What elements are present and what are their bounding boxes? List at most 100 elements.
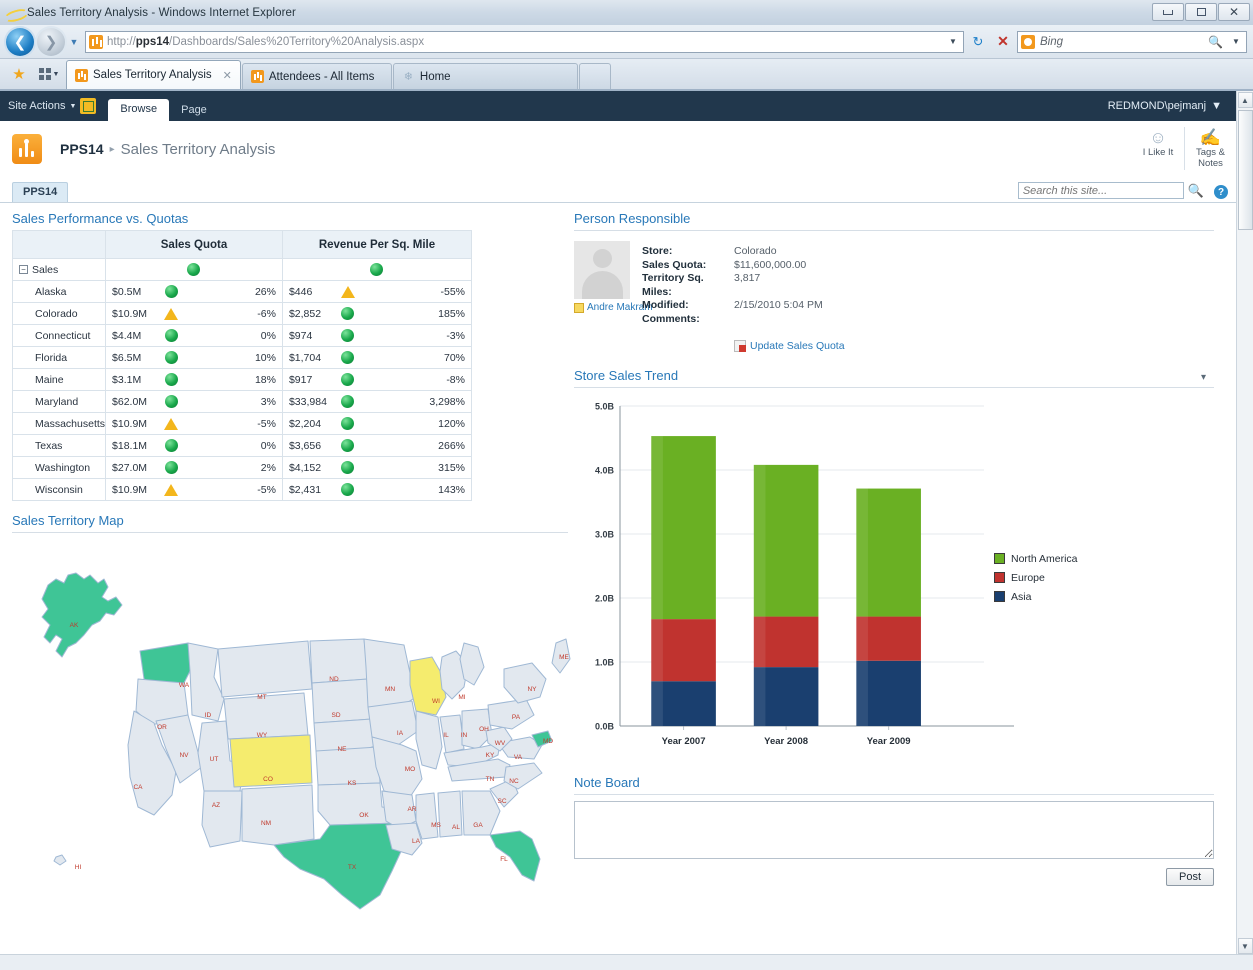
table-row[interactable]: Florida $6.5M 10% $1,704 70%: [11, 346, 473, 369]
map-state-fl[interactable]: [489, 830, 541, 882]
row-label[interactable]: Maryland: [11, 390, 107, 413]
page-scrollbar[interactable]: ▲ ▼: [1236, 91, 1253, 954]
status-warning-icon: [340, 285, 355, 298]
forward-button[interactable]: ❯: [37, 27, 65, 56]
search-icon[interactable]: 🔍: [1208, 35, 1223, 49]
row-label[interactable]: Alaska: [11, 280, 107, 303]
table-row[interactable]: Connecticut $4.4M 0% $974 -3%: [11, 324, 473, 347]
revenue-variance: -55%: [440, 285, 465, 298]
search-icon[interactable]: 🔍: [1188, 183, 1204, 199]
map-state-nd[interactable]: [309, 638, 369, 684]
note-board-textarea[interactable]: [574, 801, 1214, 859]
collapse-icon[interactable]: −: [19, 265, 28, 275]
map-state-mt[interactable]: [217, 640, 313, 698]
scrollbar-thumb[interactable]: [1237, 110, 1253, 230]
tab-home[interactable]: ❄ Home: [392, 63, 578, 89]
tab-sales-territory-analysis[interactable]: Sales Territory Analysis ✕: [66, 60, 241, 89]
status-ok-icon: [370, 263, 384, 276]
map-state-ny[interactable]: [503, 662, 547, 704]
help-icon[interactable]: ?: [1214, 185, 1228, 199]
row-label[interactable]: Wisconsin: [11, 478, 107, 501]
ie-window: Sales Territory Analysis - Windows Inter…: [0, 0, 1253, 970]
table-row[interactable]: Massachusetts $10.9M -5% $2,204 120%: [11, 412, 473, 435]
search-input[interactable]: [1017, 182, 1184, 199]
site-logo-icon[interactable]: [12, 134, 42, 164]
map-state-az[interactable]: [201, 790, 243, 848]
sales-territory-map[interactable]: AK HI WA OR CA NV ID MT WY UT AZ CO NM ND SD NE KS OK TX MN…: [12, 539, 571, 939]
status-ok-icon: [341, 395, 355, 408]
minimize-button[interactable]: [1152, 3, 1184, 21]
table-row[interactable]: Washington $27.0M 2% $4,152 315%: [11, 456, 473, 479]
chart-menu-icon[interactable]: ▾: [1201, 372, 1214, 383]
row-label[interactable]: Colorado: [11, 302, 107, 325]
map-state-nm[interactable]: [241, 784, 315, 846]
map-state-label: NC: [509, 778, 519, 785]
search-provider-dropdown-icon[interactable]: ▼: [1228, 32, 1244, 52]
row-label[interactable]: Maine: [11, 368, 107, 391]
row-label[interactable]: Texas: [11, 434, 107, 457]
ribbon-tab-browse[interactable]: Browse: [108, 99, 170, 121]
back-button[interactable]: ❮: [6, 27, 34, 56]
user-menu[interactable]: REDMOND\pejmanj ▼: [1108, 100, 1236, 112]
nav-tab-pps14[interactable]: PPS14: [12, 182, 69, 202]
row-label[interactable]: − Sales: [11, 258, 107, 281]
row-label[interactable]: Massachusetts: [11, 412, 107, 435]
scroll-down-button[interactable]: ▼: [1237, 938, 1253, 954]
update-sales-quota-link[interactable]: Update Sales Quota: [734, 340, 1214, 352]
quota-value: $10.9M: [112, 307, 148, 320]
edit-page-icon[interactable]: [80, 98, 97, 114]
map-state-ak[interactable]: [41, 572, 123, 658]
table-row[interactable]: Texas $18.1M 0% $3,656 266%: [11, 434, 473, 457]
column-header-blank: [11, 230, 107, 259]
row-label[interactable]: Florida: [11, 346, 107, 369]
tab-close-icon[interactable]: ✕: [217, 69, 232, 82]
row-label[interactable]: Connecticut: [11, 324, 107, 347]
close-button[interactable]: ✕: [1218, 3, 1250, 21]
us-map-svg[interactable]: AK HI WA OR CA NV ID MT WY UT AZ CO NM ND SD NE KS OK TX MN…: [12, 539, 572, 939]
legend-item[interactable]: North America: [994, 549, 1078, 568]
tags-and-notes-button[interactable]: ✍ Tags & Notes: [1184, 127, 1236, 170]
address-dropdown-icon[interactable]: ▼: [945, 32, 961, 52]
row-label[interactable]: Washington: [11, 456, 107, 479]
favorites-star-icon[interactable]: ★: [6, 59, 32, 89]
tab-attendees-all-items[interactable]: Attendees - All Items: [241, 63, 392, 89]
table-row[interactable]: Maine $3.1M 18% $917 -8%: [11, 368, 473, 391]
post-button[interactable]: Post: [1165, 868, 1214, 886]
chevron-down-icon: ▼: [52, 70, 60, 78]
store-sales-trend-chart[interactable]: 0.0B 1.0B 2.0B 3.0B 4.0B 5.0B Year 2007 Year 2…: [574, 394, 1094, 769]
map-state-hi[interactable]: [53, 854, 67, 866]
map-state-label: MI: [458, 694, 465, 701]
stop-button[interactable]: ✕: [992, 31, 1014, 53]
person-name-link[interactable]: Andre Makram: [574, 302, 653, 313]
table-row[interactable]: Colorado $10.9M -6% $2,852 185%: [11, 302, 473, 325]
table-row[interactable]: Wisconsin $10.9M -5% $2,431 143%: [11, 478, 473, 501]
maximize-button[interactable]: [1185, 3, 1217, 21]
recent-pages-dropdown-icon[interactable]: ▼: [68, 32, 80, 52]
table-row-group[interactable]: − Sales: [11, 258, 473, 281]
address-bar[interactable]: http://pps14/Dashboards/Sales%20Territor…: [85, 30, 964, 53]
browser-search-box[interactable]: Bing 🔍 ▼: [1017, 30, 1247, 53]
i-like-it-button[interactable]: ☺ I Like It: [1132, 127, 1184, 159]
user-name: REDMOND\pejmanj: [1107, 100, 1207, 112]
table-row[interactable]: Maryland $62.0M 3% $33,984 3,298%: [11, 390, 473, 413]
quota-value: $62.0M: [112, 395, 148, 408]
map-state-ms[interactable]: [415, 792, 439, 840]
table-row[interactable]: Alaska $0.5M 26% $446 -55%: [11, 280, 473, 303]
legend-item[interactable]: Asia: [994, 587, 1078, 606]
legend-item[interactable]: Europe: [994, 568, 1078, 587]
field-key: Sales Quota:: [642, 258, 707, 271]
ribbon-tab-page[interactable]: Page: [169, 100, 219, 121]
quick-tabs-button[interactable]: ▼: [32, 59, 66, 89]
new-tab-button[interactable]: [578, 63, 611, 89]
refresh-button[interactable]: ↻: [967, 31, 989, 53]
breadcrumb-site[interactable]: PPS14: [60, 141, 104, 157]
map-state-sd[interactable]: [311, 678, 373, 724]
map-state-il[interactable]: [415, 710, 443, 770]
person-field: Sales Quota: $11,600,000.00: [642, 259, 1214, 273]
update-sales-quota-label: Update Sales Quota: [750, 340, 845, 352]
map-state-mn[interactable]: [363, 638, 417, 712]
map-state-mi[interactable]: [459, 642, 485, 686]
site-actions-menu[interactable]: Site Actions ▼: [0, 91, 104, 121]
scroll-up-button[interactable]: ▲: [1237, 92, 1253, 108]
quota-value: $10.9M: [112, 483, 148, 496]
